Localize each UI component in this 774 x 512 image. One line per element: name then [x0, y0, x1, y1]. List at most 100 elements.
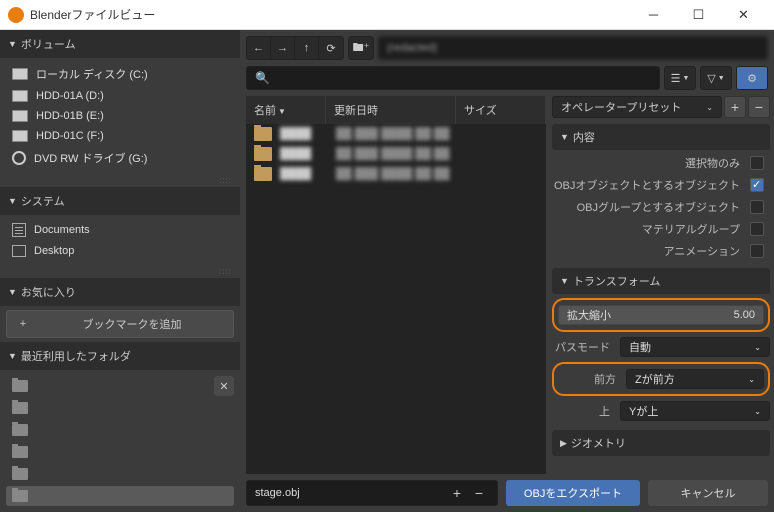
- selection-only-checkbox[interactable]: [750, 156, 764, 170]
- drive-icon: [12, 90, 28, 102]
- recent-folder-item[interactable]: [6, 464, 234, 484]
- folder-icon: [254, 147, 272, 161]
- remove-recent-button[interactable]: ✕: [214, 376, 234, 396]
- drag-handle-icon[interactable]: ::::: [0, 174, 240, 187]
- left-sidebar: ▼ ボリューム ローカル ディスク (C:) HDD-01A (D:) HDD-…: [0, 30, 240, 512]
- chevron-down-icon: ▼: [560, 132, 569, 142]
- volumes-label: ボリューム: [21, 36, 76, 52]
- decrement-button[interactable]: −: [469, 483, 489, 503]
- chevron-down-icon: ▼: [8, 351, 17, 361]
- animation-checkbox[interactable]: [750, 244, 764, 258]
- file-list-header: 名前▼ 更新日時 サイズ: [246, 96, 546, 124]
- system-item-documents[interactable]: Documents: [6, 219, 234, 241]
- system-label: システム: [21, 193, 65, 209]
- add-bookmark-button[interactable]: + ブックマークを追加: [6, 310, 234, 338]
- file-row[interactable]: ██████ ███ ████ ██:██: [246, 124, 546, 144]
- drag-handle-icon[interactable]: ::::: [0, 265, 240, 278]
- column-name[interactable]: 名前▼: [246, 96, 326, 124]
- folder-icon: [12, 490, 28, 502]
- chevron-down-icon: ⌄: [706, 103, 713, 112]
- forward-highlight: 前方Zが前方⌄: [552, 362, 770, 396]
- system-item-desktop[interactable]: Desktop: [6, 241, 234, 261]
- recent-header[interactable]: ▼ 最近利用したフォルダ: [0, 342, 240, 370]
- new-folder-button[interactable]: 🖿⁺: [349, 37, 373, 59]
- chevron-down-icon: ⌄: [754, 407, 761, 416]
- display-mode-button[interactable]: ☰▼: [664, 66, 696, 90]
- content-section-header[interactable]: ▼内容: [552, 124, 770, 150]
- search-icon: 🔍: [255, 71, 270, 85]
- folder-icon: [12, 402, 28, 414]
- column-modified[interactable]: 更新日時: [326, 96, 456, 124]
- chevron-down-icon: ▼: [8, 39, 17, 49]
- folder-icon: [254, 167, 272, 181]
- search-input[interactable]: 🔍: [246, 66, 660, 90]
- recent-folder-item[interactable]: [6, 376, 212, 396]
- operator-preset-select[interactable]: オペレータープリセット⌄: [552, 96, 722, 118]
- column-size[interactable]: サイズ: [456, 96, 546, 124]
- folder-icon: [12, 380, 28, 392]
- folder-icon: [254, 127, 272, 141]
- folder-icon: [12, 424, 28, 436]
- preset-remove-button[interactable]: −: [748, 96, 770, 118]
- settings-button[interactable]: ⚙: [736, 66, 768, 90]
- nav-toolbar: ← → ↑ ⟳ 🖿⁺ (redacted): [240, 30, 774, 66]
- obj-groups-checkbox[interactable]: [750, 200, 764, 214]
- minimize-button[interactable]: ─: [631, 1, 676, 29]
- system-header[interactable]: ▼ システム: [0, 187, 240, 215]
- disc-icon: [12, 151, 26, 165]
- recent-folder-item[interactable]: [6, 398, 234, 418]
- nav-up-button[interactable]: ↑: [295, 37, 319, 59]
- forward-axis-select[interactable]: Zが前方⌄: [626, 369, 764, 389]
- geometry-section-header[interactable]: ▶ジオメトリ: [552, 430, 770, 456]
- path-mode-select[interactable]: 自動⌄: [620, 337, 770, 357]
- transform-section-header[interactable]: ▼トランスフォーム: [552, 268, 770, 294]
- maximize-button[interactable]: ☐: [676, 1, 721, 29]
- scale-highlight: 拡大縮小5.00: [552, 298, 770, 332]
- volume-item[interactable]: HDD-01B (E:): [6, 106, 234, 126]
- plus-icon: +: [15, 318, 31, 330]
- volume-item[interactable]: DVD RW ドライブ (G:): [6, 146, 234, 170]
- desktop-icon: [12, 245, 26, 257]
- filter-button[interactable]: ▽▼: [700, 66, 732, 90]
- documents-icon: [12, 223, 26, 237]
- cancel-button[interactable]: キャンセル: [648, 480, 768, 506]
- file-row[interactable]: ██████ ███ ████ ██:██: [246, 144, 546, 164]
- nav-back-button[interactable]: ←: [247, 37, 271, 59]
- recent-folder-item[interactable]: [6, 442, 234, 462]
- drive-icon: [12, 110, 28, 122]
- volume-item[interactable]: HDD-01A (D:): [6, 86, 234, 106]
- filename-input[interactable]: stage.obj + −: [246, 480, 498, 506]
- sort-desc-icon: ▼: [278, 107, 286, 116]
- file-row[interactable]: ██████ ███ ████ ██:██: [246, 164, 546, 184]
- drive-icon: [12, 68, 28, 80]
- window-title: Blenderファイルビュー: [30, 6, 631, 23]
- nav-refresh-button[interactable]: ⟳: [319, 37, 343, 59]
- folder-icon: [12, 446, 28, 458]
- up-axis-select[interactable]: Yが上⌄: [620, 401, 770, 421]
- drive-icon: [12, 130, 28, 142]
- volume-item[interactable]: HDD-01C (F:): [6, 126, 234, 146]
- chevron-down-icon: ⌄: [748, 375, 755, 384]
- chevron-down-icon: ⌄: [754, 343, 761, 352]
- volume-item[interactable]: ローカル ディスク (C:): [6, 62, 234, 86]
- chevron-down-icon: ▼: [560, 276, 569, 286]
- nav-forward-button[interactable]: →: [271, 37, 295, 59]
- recent-folder-item[interactable]: [6, 486, 234, 506]
- path-input[interactable]: (redacted): [378, 36, 768, 60]
- preset-add-button[interactable]: +: [724, 96, 746, 118]
- close-button[interactable]: ✕: [721, 1, 766, 29]
- volumes-header[interactable]: ▼ ボリューム: [0, 30, 240, 58]
- increment-button[interactable]: +: [447, 483, 467, 503]
- chevron-down-icon: ▼: [8, 287, 17, 297]
- scale-field[interactable]: 拡大縮小5.00: [558, 305, 764, 325]
- recent-label: 最近利用したフォルダ: [21, 348, 131, 364]
- obj-objects-checkbox[interactable]: [750, 178, 764, 192]
- chevron-down-icon: ▼: [8, 196, 17, 206]
- chevron-right-icon: ▶: [560, 438, 567, 449]
- export-button[interactable]: OBJをエクスポート: [506, 480, 640, 506]
- favorites-label: お気に入り: [21, 284, 76, 300]
- material-groups-checkbox[interactable]: [750, 222, 764, 236]
- export-options-panel: オペレータープリセット⌄ + − ▼内容 選択物のみ OBJオブジェクトとするオ…: [548, 96, 774, 474]
- recent-folder-item[interactable]: [6, 420, 234, 440]
- favorites-header[interactable]: ▼ お気に入り: [0, 278, 240, 306]
